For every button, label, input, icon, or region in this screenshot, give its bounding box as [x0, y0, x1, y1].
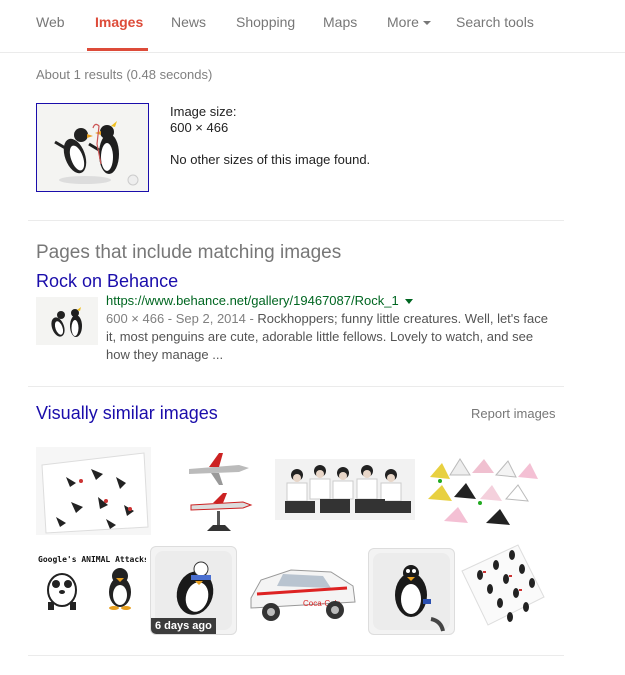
query-image-thumbnail[interactable] — [36, 103, 149, 192]
caret-down-icon — [422, 21, 431, 26]
no-other-sizes-text: No other sizes of this image found. — [170, 152, 371, 167]
similar-image-7[interactable]: Coca-Cola — [243, 544, 361, 629]
tab-news[interactable]: News — [171, 14, 206, 30]
similar-image-3[interactable] — [275, 459, 415, 520]
penguin-wrapping-paper-image — [458, 541, 548, 627]
result-stats: About 1 results (0.48 seconds) — [36, 67, 213, 82]
rally-car-image: Coca-Cola — [243, 544, 361, 629]
similar-image-6[interactable]: 6 days ago — [150, 546, 237, 635]
penguin-tile-2-image — [373, 553, 450, 632]
similar-image-5[interactable]: Google's ANIMAL Attacks — [36, 550, 146, 612]
similar-image-8[interactable] — [368, 548, 455, 635]
tab-shopping[interactable]: Shopping — [236, 14, 295, 30]
active-tab-indicator — [87, 48, 148, 51]
tab-more[interactable]: More — [387, 14, 431, 30]
animal-attacks-caption: Google's ANIMAL Attacks — [38, 555, 146, 564]
jet-models-image — [185, 447, 255, 535]
animal-attacks-image: Google's ANIMAL Attacks — [36, 550, 146, 612]
divider — [28, 655, 564, 656]
visually-similar-title-link[interactable]: Visually similar images — [36, 403, 218, 424]
group-photo-image — [275, 459, 415, 520]
tab-more-label: More — [387, 14, 419, 30]
penguins-image — [37, 104, 148, 191]
search-tabs: Web Images News Shopping Maps More Searc… — [0, 0, 625, 53]
penguin-sketches-image — [36, 447, 151, 535]
similar-image-1[interactable] — [36, 447, 151, 535]
image-size-value: 600 × 466 — [170, 120, 229, 135]
tab-web[interactable]: Web — [36, 14, 65, 30]
result-thumbnail[interactable] — [36, 297, 98, 345]
tab-maps[interactable]: Maps — [323, 14, 357, 30]
report-images-link[interactable]: Report images — [471, 406, 556, 421]
divider — [28, 386, 564, 387]
similar-image-2[interactable] — [185, 447, 255, 535]
similar-image-9[interactable] — [458, 541, 548, 627]
divider — [28, 220, 564, 221]
result-snippet: 600 × 466 - Sep 2, 2014 - Rockhoppers; f… — [106, 310, 556, 364]
tab-search-tools[interactable]: Search tools — [456, 14, 534, 30]
date-badge: 6 days ago — [151, 618, 216, 634]
tab-images[interactable]: Images — [95, 14, 143, 30]
cat-ear-headbands-image — [420, 447, 547, 532]
result-url-text: https://www.behance.net/gallery/19467087… — [106, 293, 399, 308]
result-title-link[interactable]: Rock on Behance — [36, 271, 178, 292]
url-menu-caret-icon[interactable] — [404, 299, 413, 305]
pages-section-title: Pages that include matching images — [36, 242, 342, 263]
penguins-small-image — [36, 297, 98, 345]
similar-image-4[interactable] — [420, 447, 547, 532]
result-meta: 600 × 466 - Sep 2, 2014 - — [106, 311, 258, 326]
result-url: https://www.behance.net/gallery/19467087… — [106, 293, 413, 308]
image-size-label: Image size: — [170, 104, 237, 119]
